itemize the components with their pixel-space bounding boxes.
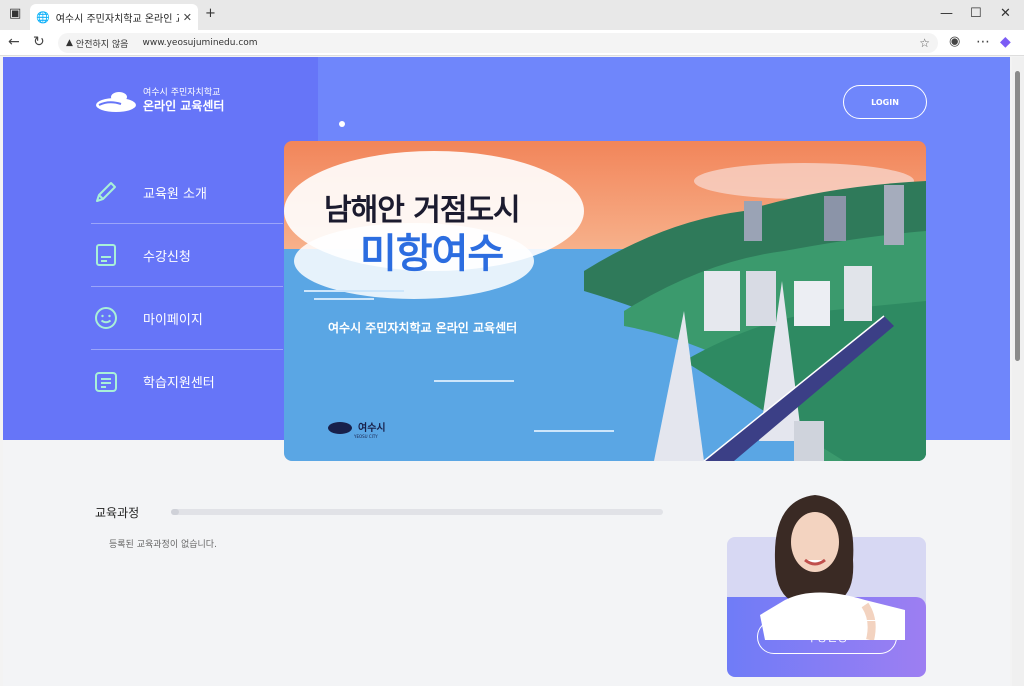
profile-icon[interactable]: ◉ [949, 34, 960, 49]
login-button[interactable]: LOGIN [843, 85, 927, 119]
enroll-button[interactable]: 수강신청 [757, 620, 897, 654]
menu-item-label: 교육원 소개 [143, 186, 207, 202]
menu-item-label: 학습지원센터 [143, 376, 215, 391]
maximize-icon[interactable]: ☐ [970, 6, 982, 21]
new-tab-icon[interactable]: + [205, 6, 216, 21]
notebook-icon [91, 240, 121, 270]
copilot-icon[interactable]: ◆ [1000, 34, 1011, 50]
banner-headline-2: 미항여수 [360, 231, 504, 277]
back-icon[interactable]: ← [8, 34, 20, 50]
more-options-icon[interactable]: ⋯ [976, 34, 990, 50]
support-icon [91, 367, 121, 397]
promo-person-illustration [760, 495, 905, 640]
favorite-star-icon[interactable]: ☆ [919, 36, 930, 50]
insecure-label: 안전하지 않음 [75, 39, 129, 50]
scrollbar-thumb[interactable] [1015, 71, 1020, 361]
browser-tab-bar: ▣ 🌐 여수시 주민자치학교 온라인 교육 ✕ + — ☐ ✕ [0, 0, 1024, 30]
yeosu-city-logo: 여수시 YEOSU CITY [328, 419, 386, 439]
page-scrollbar[interactable] [1012, 57, 1024, 686]
menu-item-intro[interactable]: 교육원 소개 [91, 161, 283, 224]
warning-icon: ▲ [66, 38, 73, 48]
course-empty-message: 등록된 교육과정이 없습니다. [109, 540, 217, 550]
tab-title: 여수시 주민자치학교 온라인 교육 [55, 13, 179, 25]
menu-item-support[interactable]: 학습지원센터 [91, 350, 283, 413]
tab-actions-icon[interactable]: ▣ [9, 6, 21, 21]
menu-item-label: 마이페이지 [143, 312, 203, 328]
close-tab-icon[interactable]: ✕ [183, 11, 192, 24]
site-logo[interactable]: 여수시 주민자치학교 온라인 교육센터 [95, 87, 224, 115]
course-section-title: 교육과정 [95, 506, 140, 520]
main-banner[interactable]: 남해안 거점도시 미항여수 여수시 주민자치학교 온라인 교육센터 여수시 YE… [284, 141, 926, 461]
slide-indicator[interactable] [339, 121, 345, 127]
menu-item-enroll[interactable]: 수강신청 [91, 224, 283, 287]
minimize-icon[interactable]: — [940, 6, 953, 21]
globe-icon: 🌐 [36, 10, 50, 24]
course-list-scrollbar[interactable] [171, 509, 663, 515]
main-menu: 교육원 소개 수강신청 마이페이지 학습지원센터 [91, 161, 283, 413]
banner-subtitle: 여수시 주민자치학교 온라인 교육센터 [328, 321, 518, 335]
pencil-icon [91, 177, 121, 207]
web-page: 여수시 주민자치학교 온라인 교육센터 LOGIN 교육원 소개 수강신청 마이… [3, 57, 1010, 686]
menu-item-label: 수강신청 [143, 249, 191, 265]
address-bar-row: ← ↻ ▲ 안전하지 않음 www.yeosujuminedu.com ☆ ◉ … [0, 30, 1024, 56]
logo-mark-icon [96, 92, 136, 112]
browser-tab[interactable]: 🌐 여수시 주민자치학교 온라인 교육 ✕ [30, 4, 198, 30]
close-window-icon[interactable]: ✕ [1000, 6, 1011, 21]
logo-bottom-text: 온라인 교육센터 [143, 99, 225, 113]
city-name-korean: 여수시 [358, 423, 386, 434]
logo-top-text: 여수시 주민자치학교 [143, 88, 221, 98]
refresh-icon[interactable]: ↻ [33, 34, 45, 50]
url-text: www.yeosujuminedu.com [142, 38, 258, 48]
menu-item-mypage[interactable]: 마이페이지 [91, 287, 283, 350]
smiley-icon [91, 303, 121, 333]
address-bar[interactable]: ▲ 안전하지 않음 www.yeosujuminedu.com ☆ [58, 33, 938, 53]
city-name-english: YEOSU CITY [354, 434, 378, 439]
